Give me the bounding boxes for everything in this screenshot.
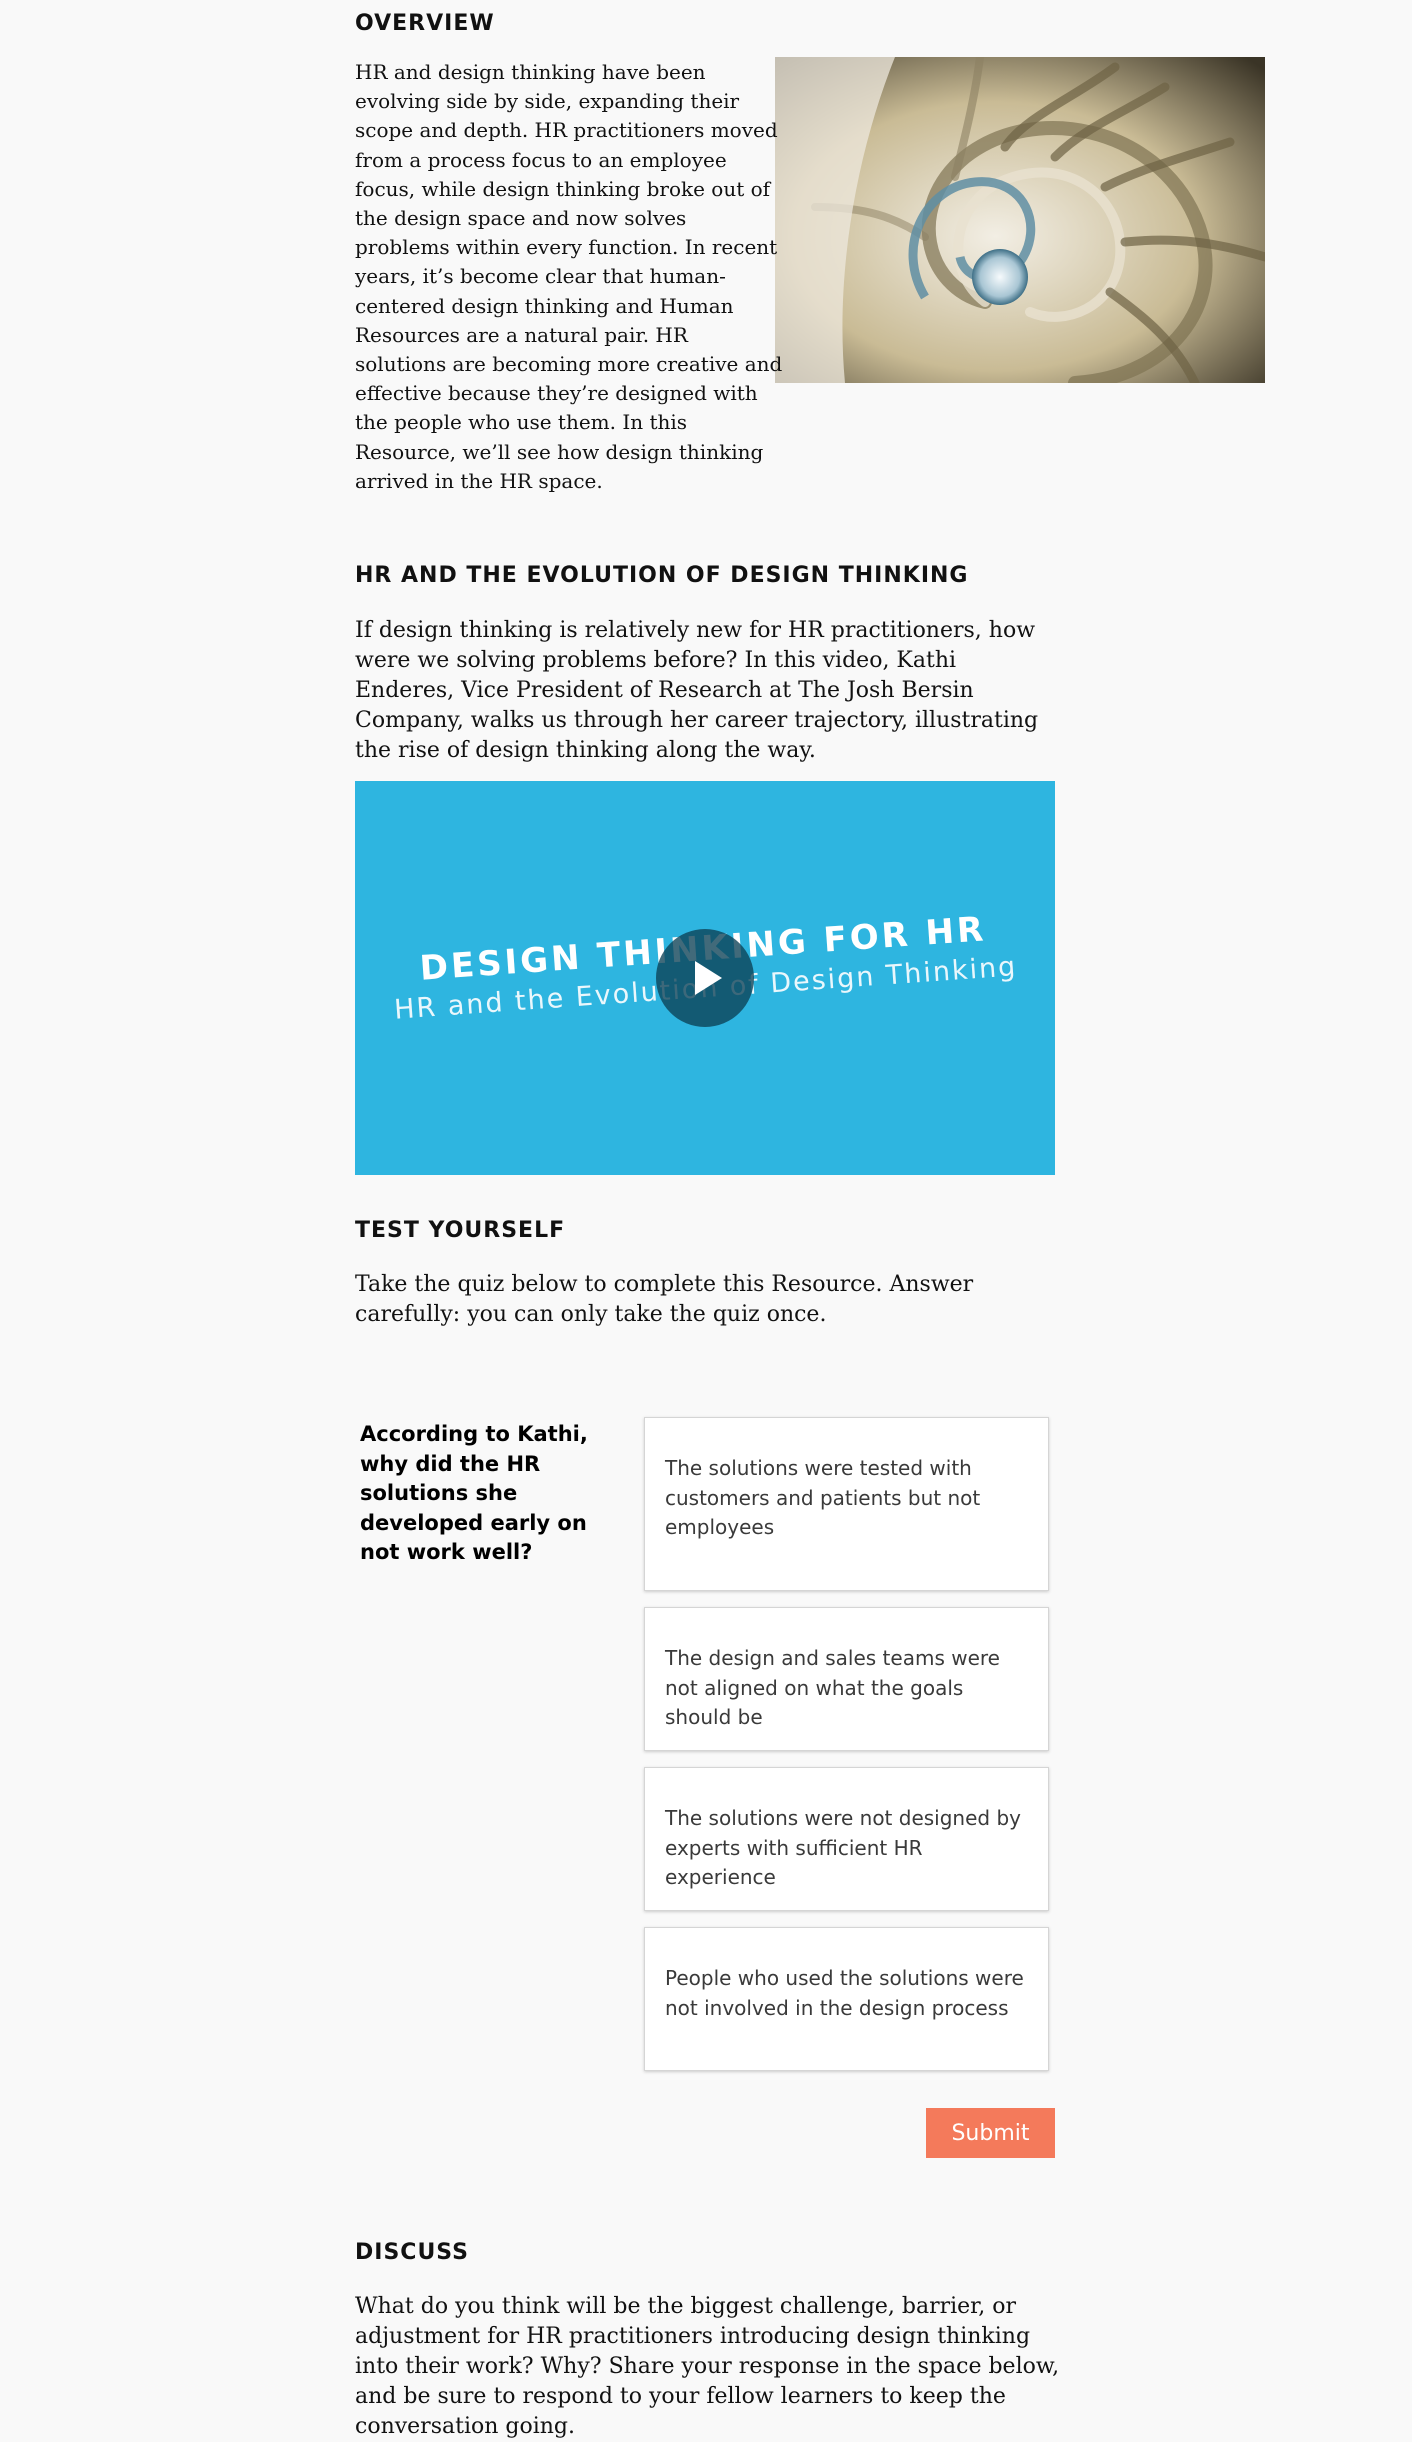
quiz-option-label: The design and sales teams were not alig… (665, 1646, 1000, 1729)
quiz-option[interactable]: The solutions were tested with customers… (644, 1417, 1049, 1591)
video-player[interactable]: DESIGN THINKING FOR HR HR and the Evolut… (355, 781, 1055, 1175)
discuss-text: What do you think will be the biggest ch… (355, 2294, 1060, 2439)
test-heading: TEST YOURSELF (355, 1218, 566, 1243)
discuss-heading: DISCUSS (355, 2240, 470, 2265)
overview-text: HR and design thinking have been evolvin… (355, 58, 785, 496)
play-icon (695, 961, 722, 995)
overview-heading: OVERVIEW (355, 11, 495, 36)
quiz-option-label: The solutions were tested with customers… (665, 1456, 981, 1539)
quiz-option-label: People who used the solutions were not i… (665, 1966, 1024, 2020)
test-text: Take the quiz below to complete this Res… (355, 1272, 974, 1327)
quiz-question: According to Kathi, why did the HR solut… (360, 1422, 588, 1564)
nautilus-shell-image (775, 57, 1265, 383)
play-button[interactable] (656, 929, 754, 1027)
overview-text-content: HR and design thinking have been evolvin… (355, 60, 783, 493)
quiz-option-label: The solutions were not designed by exper… (665, 1806, 1021, 1889)
quiz-option[interactable]: People who used the solutions were not i… (644, 1927, 1049, 2071)
evolution-heading: HR AND THE EVOLUTION OF DESIGN THINKING (355, 563, 969, 588)
quiz-option[interactable]: The design and sales teams were not alig… (644, 1607, 1049, 1751)
evolution-text: If design thinking is relatively new for… (355, 618, 1039, 763)
submit-button[interactable]: Submit (926, 2108, 1055, 2158)
quiz-option[interactable]: The solutions were not designed by exper… (644, 1767, 1049, 1911)
